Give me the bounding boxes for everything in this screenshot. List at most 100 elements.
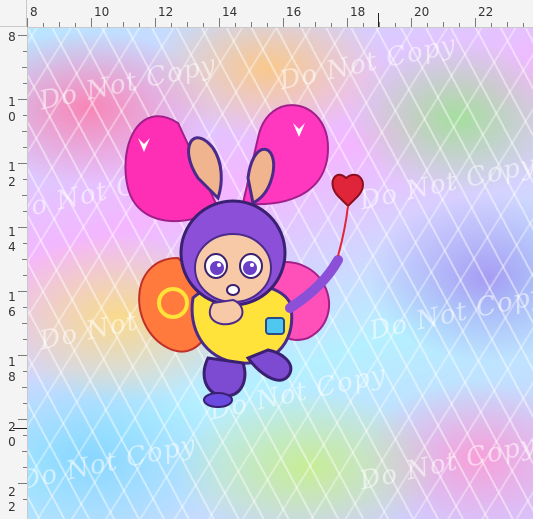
ruler-tick — [23, 307, 27, 308]
ruler-tick — [23, 339, 27, 340]
right-pupil — [243, 261, 257, 275]
ruler-tick — [23, 403, 27, 404]
mouth — [226, 284, 240, 296]
ruler-tick — [23, 435, 27, 436]
ruler-label: 12 — [158, 5, 174, 19]
ruler-tick — [363, 23, 364, 27]
ruler-tick — [251, 22, 252, 27]
ruler-tick — [23, 147, 27, 148]
ruler-tick — [235, 23, 236, 27]
ruler-tick — [18, 163, 27, 164]
ruler-tick — [43, 23, 44, 27]
ruler-tick — [18, 35, 27, 36]
ruler-label: 10 — [94, 5, 110, 19]
ruler-tick — [411, 18, 412, 27]
ruler-tick — [395, 23, 396, 27]
ruler-tick — [187, 22, 188, 27]
ruler-label: 8 — [8, 30, 16, 44]
ruler-top[interactable]: 8 10 12 14 16 18 20 22 — [27, 0, 533, 28]
ruler-tick — [171, 23, 172, 27]
ruler-label: 2 — [8, 175, 16, 189]
ruler-tick — [23, 371, 27, 372]
ruler-tick — [22, 195, 27, 196]
ruler-tick — [315, 22, 316, 27]
ruler-label: 22 — [478, 5, 494, 19]
ruler-tick — [18, 483, 27, 484]
ruler-label: 16 — [286, 5, 302, 19]
ruler-label: 8 — [30, 5, 38, 19]
ruler-tick — [23, 243, 27, 244]
ruler-tick — [331, 23, 332, 27]
hands — [208, 298, 244, 326]
ruler-label: 20 — [414, 5, 430, 19]
ruler-tick — [18, 419, 27, 420]
design-canvas[interactable]: Do Not Copy Do Not Copy Do Not Copy Do N… — [28, 28, 533, 519]
blue-bag — [265, 317, 285, 335]
ruler-label: 4 — [8, 240, 16, 254]
ruler-label: 1 — [8, 355, 16, 369]
left-shoe — [203, 392, 233, 408]
ruler-tick — [459, 23, 460, 27]
ruler-tick — [427, 23, 428, 27]
ruler-tick — [18, 227, 27, 228]
ruler-label: 1 — [8, 95, 16, 109]
ruler-tick — [22, 259, 27, 260]
bunny-monster-illustration — [124, 104, 364, 408]
balloon-string — [337, 205, 349, 257]
right-leg — [245, 348, 293, 382]
ruler-left[interactable]: 8 1 0 1 2 1 4 1 6 1 8 2 0 2 2 — [0, 27, 28, 519]
ruler-tick — [27, 18, 28, 27]
ruler-tick — [22, 451, 27, 452]
ruler-tick — [22, 67, 27, 68]
ruler-tick — [22, 131, 27, 132]
ruler-tick — [23, 83, 27, 84]
ruler-tick — [59, 22, 60, 27]
left-pupil — [210, 261, 224, 275]
ruler-tick — [107, 23, 108, 27]
ruler-tick — [23, 467, 27, 468]
ruler-tick — [23, 211, 27, 212]
ruler-label: 0 — [8, 110, 16, 124]
ruler-tick — [18, 99, 27, 100]
ruler-label: 8 — [8, 370, 16, 384]
eye-shine — [250, 263, 254, 267]
ruler-tick — [523, 23, 524, 27]
ruler-tick — [75, 23, 76, 27]
ruler-tick — [23, 499, 27, 500]
eye-shine — [217, 263, 221, 267]
ruler-tick — [379, 22, 380, 27]
ruler-tick — [23, 179, 27, 180]
ruler-tick — [123, 22, 124, 27]
ruler-tick — [267, 23, 268, 27]
ruler-tick — [347, 18, 348, 27]
ruler-tick — [203, 23, 204, 27]
ruler-tick — [18, 291, 27, 292]
ruler-tick — [22, 387, 27, 388]
ruler-label: 18 — [350, 5, 366, 19]
ruler-label: 14 — [222, 5, 238, 19]
ruler-tick — [23, 115, 27, 116]
ruler-corner — [0, 0, 27, 27]
heart-balloon — [331, 173, 364, 208]
ruler-label: 1 — [8, 160, 16, 174]
left-leg — [202, 356, 247, 398]
ruler-tick — [155, 18, 156, 27]
ruler-cursor-marker — [378, 13, 379, 27]
ruler-tick — [443, 22, 444, 27]
ruler-tick — [139, 23, 140, 27]
ruler-tick — [491, 23, 492, 27]
ruler-tick — [23, 51, 27, 52]
ruler-label: 2 — [8, 485, 16, 499]
ruler-tick — [91, 18, 92, 27]
ruler-tick — [475, 18, 476, 27]
ruler-label: 0 — [8, 435, 16, 449]
ruler-label: 2 — [8, 500, 16, 514]
ruler-tick — [22, 323, 27, 324]
ruler-label: 1 — [8, 225, 16, 239]
ruler-label: 1 — [8, 290, 16, 304]
ruler-label: 6 — [8, 305, 16, 319]
ruler-tick — [507, 22, 508, 27]
ruler-tick — [283, 18, 284, 27]
ruler-label: 2 — [8, 420, 16, 434]
ruler-tick — [23, 275, 27, 276]
